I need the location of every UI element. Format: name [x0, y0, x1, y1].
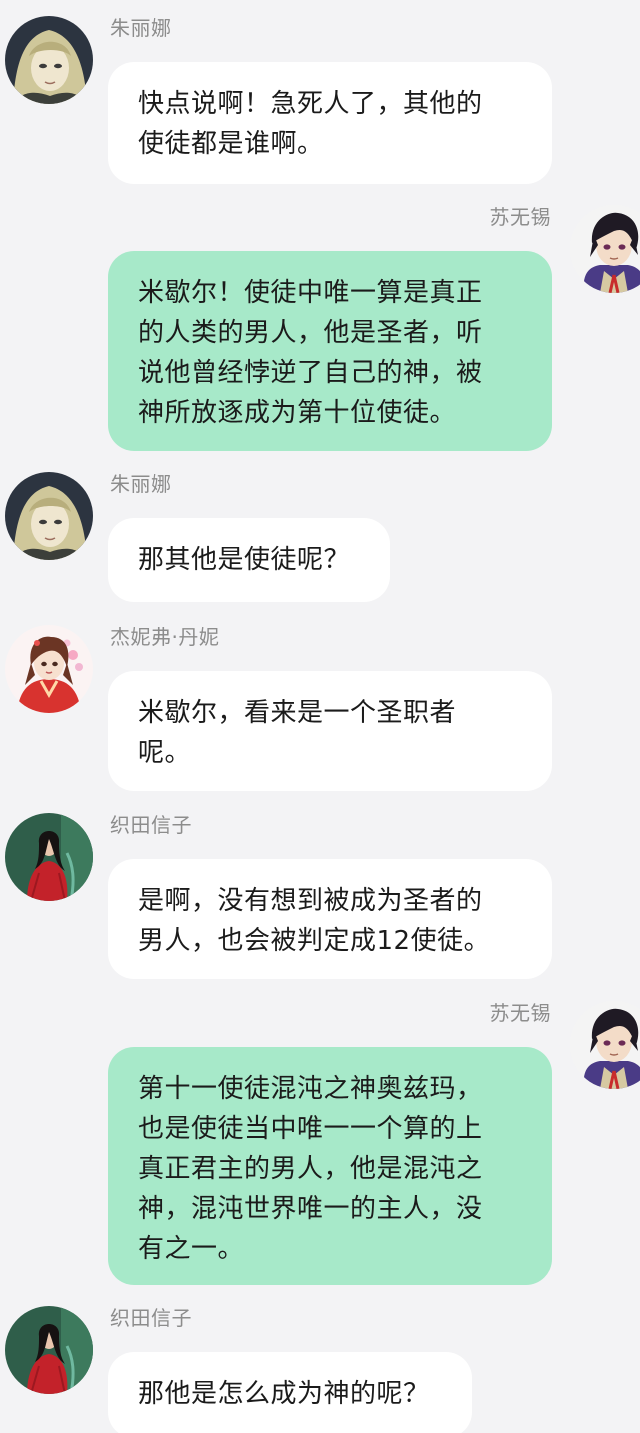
red-kimono-girl-avatar-icon[interactable] — [5, 625, 93, 713]
woman-in-red-dress-avatar-icon[interactable] — [5, 813, 93, 901]
sender-name: 苏无锡 — [489, 1001, 551, 1025]
message-bubble[interactable]: 米歇尔！使徒中唯一算是真正 的人类的男人，他是圣者，听 说他曾经悖逆了自己的神，… — [108, 251, 552, 451]
sender-name: 朱丽娜 — [110, 472, 172, 496]
sender-name: 苏无锡 — [489, 205, 551, 229]
message-bubble[interactable]: 快点说啊！急死人了，其他的 使徒都是谁啊。 — [108, 62, 552, 184]
sender-name: 织田信子 — [110, 813, 192, 837]
chat-thread: 朱丽娜 快点说啊！急死人了，其他的 使徒都是谁啊。 苏无锡 米歇尔！使徒中唯一算… — [0, 0, 640, 1433]
blonde-anime-character-avatar-icon[interactable] — [5, 472, 93, 560]
message-bubble[interactable]: 那其他是使徒呢？ — [108, 518, 390, 602]
sender-name: 杰妮弗·丹妮 — [110, 625, 220, 649]
sender-name: 朱丽娜 — [110, 16, 172, 40]
message-bubble[interactable]: 米歇尔，看来是一个圣职者 呢。 — [108, 671, 552, 791]
message-bubble[interactable]: 是啊，没有想到被成为圣者的 男人，也会被判定成12使徒。 — [108, 859, 552, 979]
message-bubble[interactable]: 第十一使徒混沌之神奥兹玛， 也是使徒当中唯一一个算的上 真正君主的男人，他是混沌… — [108, 1047, 552, 1285]
blonde-anime-character-avatar-icon[interactable] — [5, 16, 93, 104]
message-bubble[interactable]: 那他是怎么成为神的呢？ — [108, 1352, 472, 1433]
dark-haired-anime-character-avatar-icon[interactable] — [570, 205, 640, 293]
sender-name: 织田信子 — [110, 1306, 192, 1330]
dark-haired-anime-character-avatar-icon[interactable] — [570, 1001, 640, 1089]
woman-in-red-dress-avatar-icon[interactable] — [5, 1306, 93, 1394]
